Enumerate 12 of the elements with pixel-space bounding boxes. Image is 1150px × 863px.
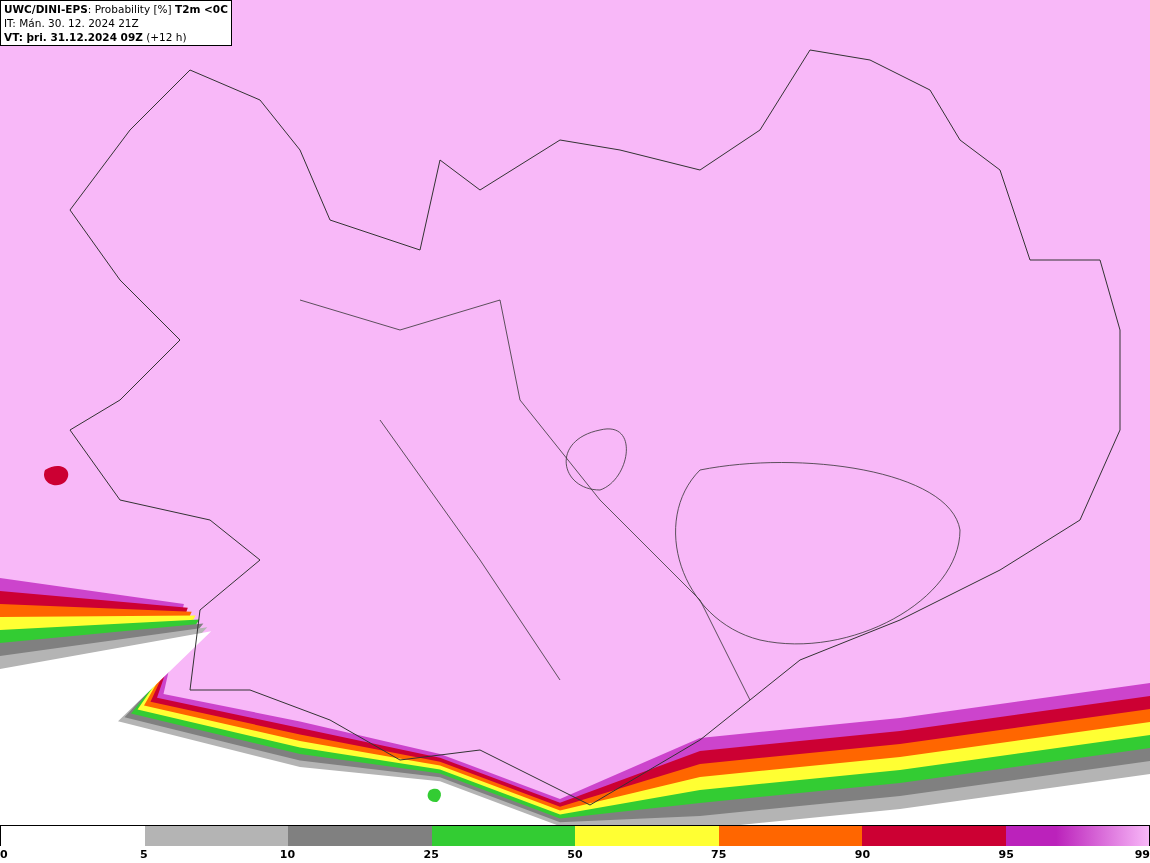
scale-tick-label: 5 xyxy=(139,848,148,861)
scale-tick-label: 90 xyxy=(854,848,871,861)
header-line: IT: Mán. 30. 12. 2024 21Z xyxy=(4,16,140,30)
scale-tick-label: 10 xyxy=(279,848,296,861)
scale-tick-label: 95 xyxy=(998,848,1014,861)
header-line: UWC/DINI-EPS: Probability [%] T2m <0C xyxy=(4,2,228,16)
scale-tick-label: 50 xyxy=(567,848,583,861)
scale-tick-label: 99 xyxy=(1134,848,1150,861)
header-line: VT: þri. 31.12.2024 09Z (+12 h) xyxy=(4,30,188,44)
scale-tick-label: 0 xyxy=(0,848,8,861)
scale-tick-label: 25 xyxy=(423,848,439,861)
scale-tick-label: 75 xyxy=(711,848,727,861)
